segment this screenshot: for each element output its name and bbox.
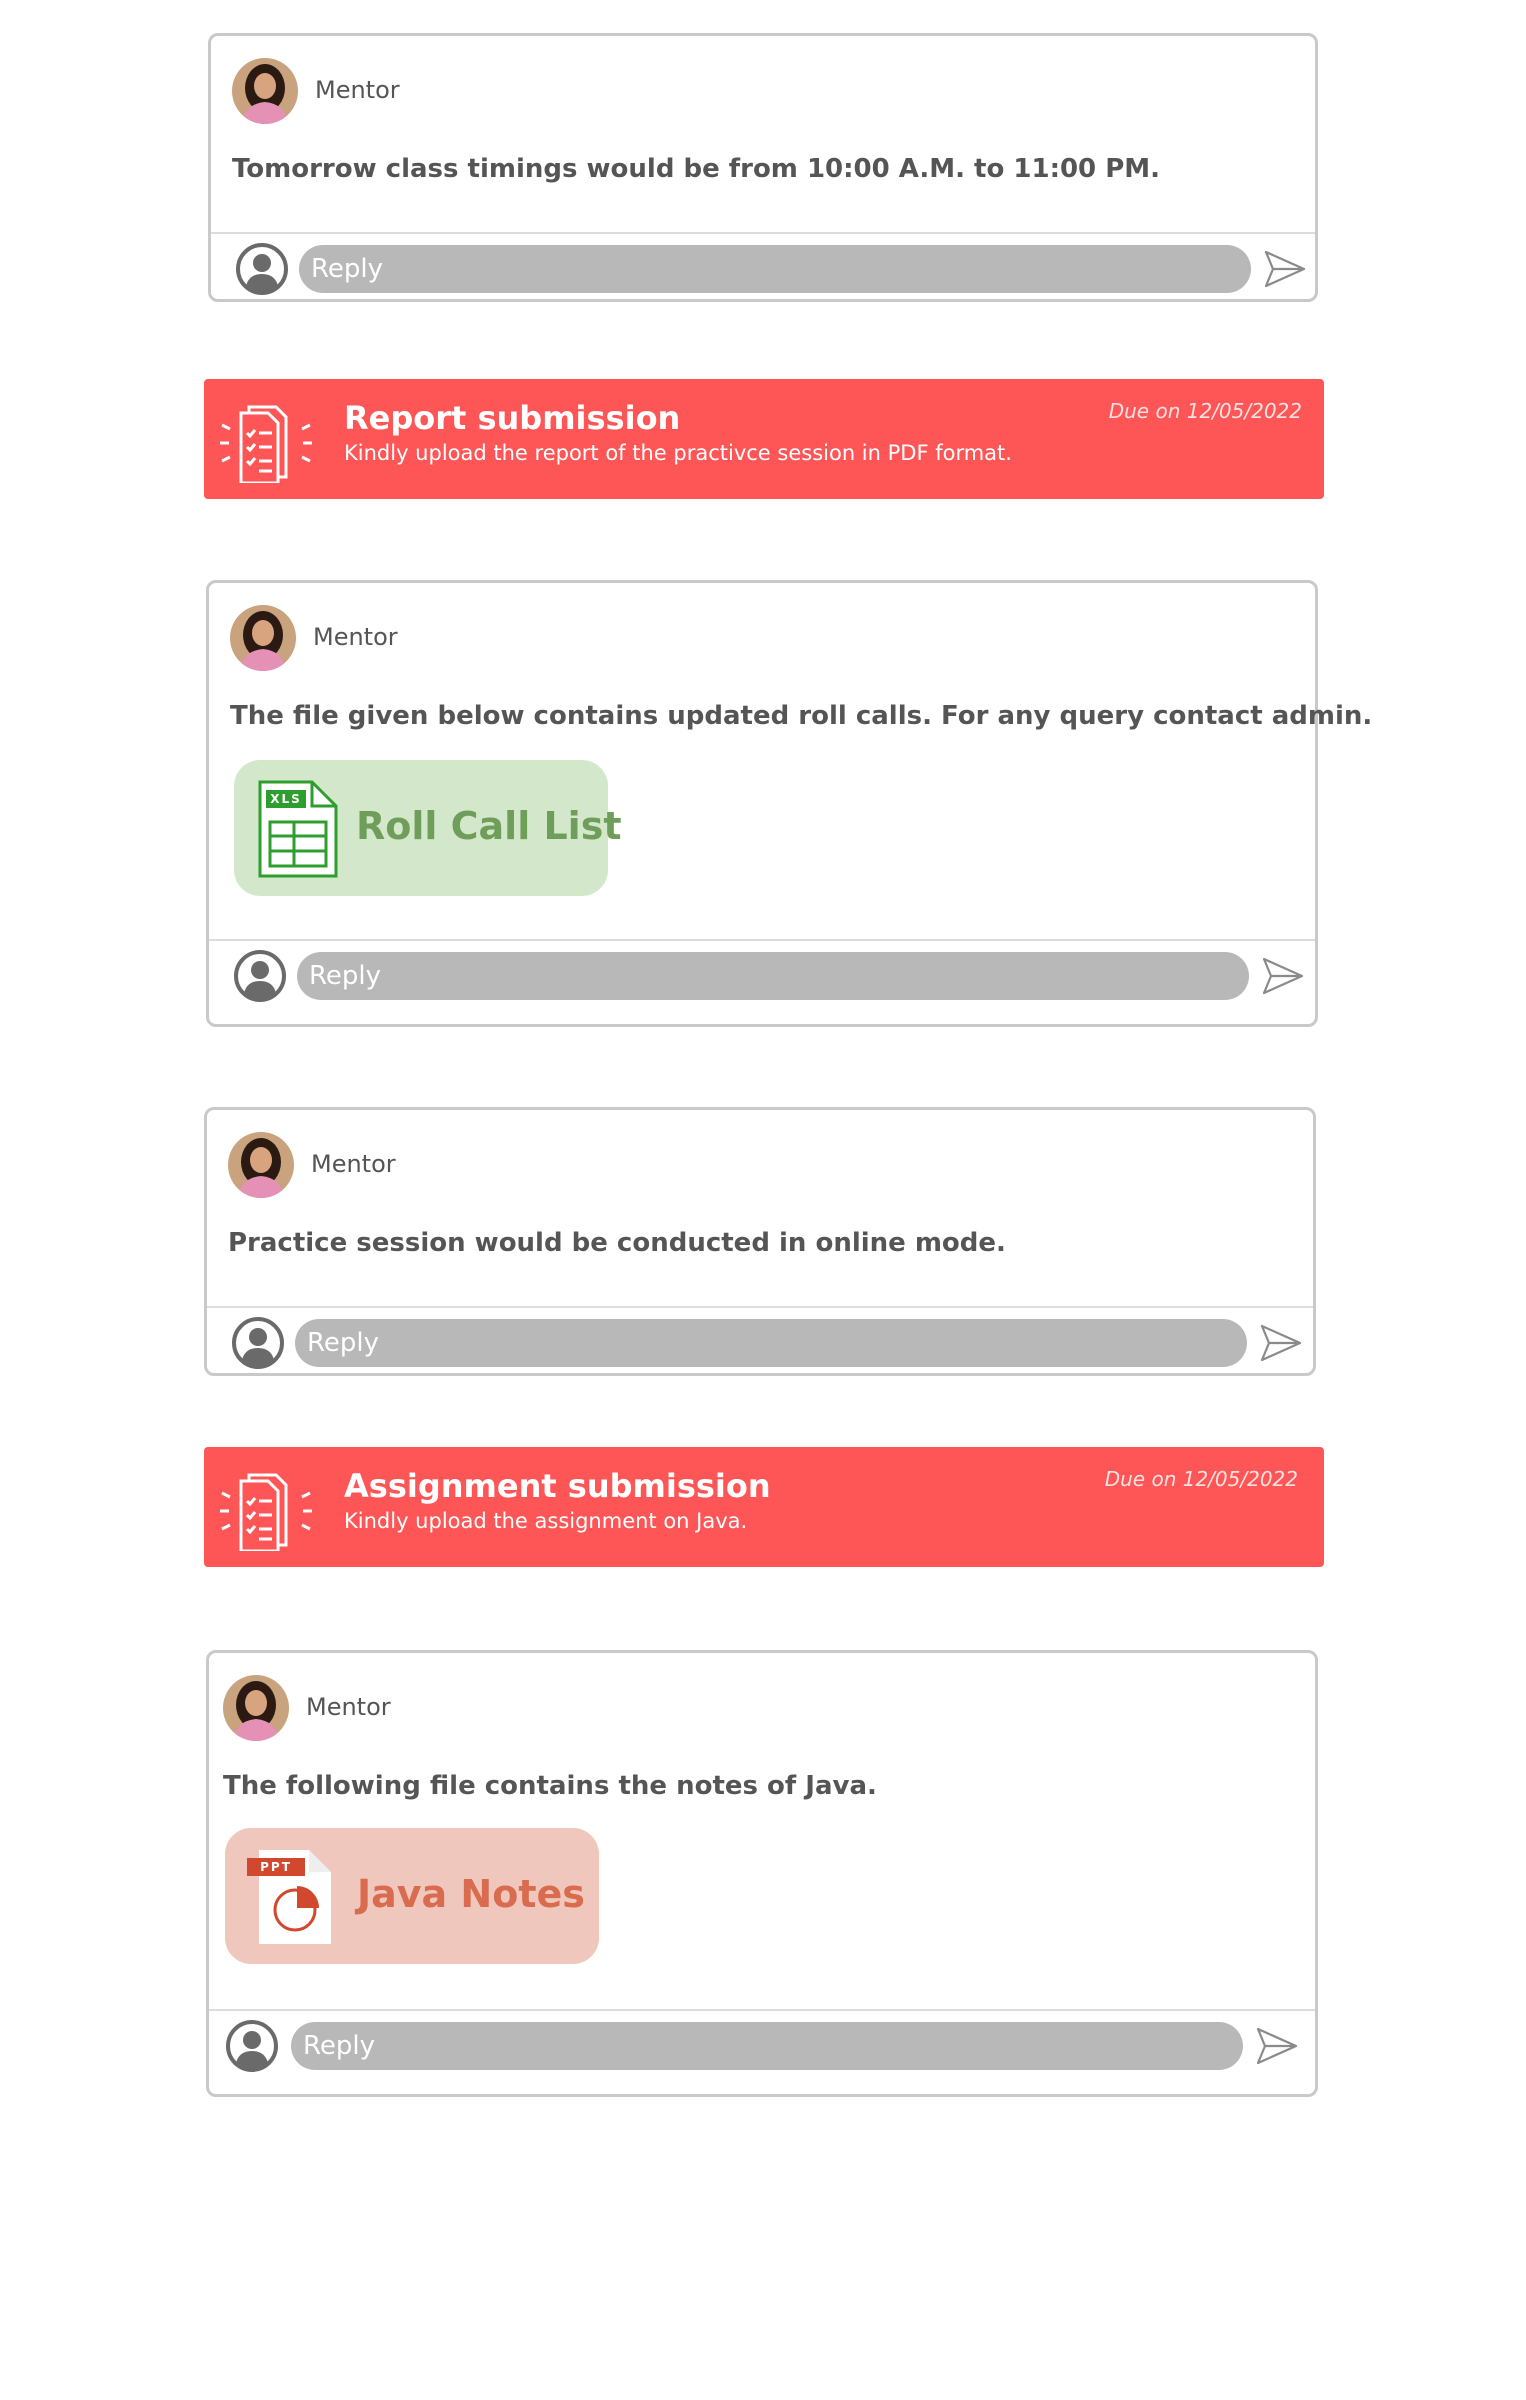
post-author: Mentor — [315, 76, 400, 104]
post-message: The following file contains the notes of… — [223, 1771, 877, 1801]
user-icon — [225, 2019, 279, 2073]
user-icon — [233, 949, 287, 1003]
divider — [211, 232, 1315, 234]
task-due-date: Due on 12/05/2022 — [1108, 399, 1302, 423]
reply-input[interactable]: Reply — [295, 1319, 1247, 1367]
send-icon[interactable] — [1255, 2026, 1299, 2066]
send-icon[interactable] — [1259, 1323, 1303, 1363]
file-type-badge: XLS — [270, 792, 302, 806]
task-description: Kindly upload the assignment on Java. — [344, 1509, 748, 1533]
file-type-badge: PPT — [260, 1860, 292, 1874]
send-icon[interactable] — [1261, 956, 1305, 996]
post-author: Mentor — [306, 1693, 391, 1721]
mentor-avatar — [232, 58, 298, 124]
attachment-label: Roll Call List — [356, 804, 622, 848]
reply-input[interactable]: Reply — [297, 952, 1249, 1000]
mentor-avatar — [228, 1132, 294, 1198]
post-card: Mentor Tomorrow class timings would be f… — [208, 33, 1318, 302]
mentor-avatar — [230, 605, 296, 671]
attachment-label: Java Notes — [357, 1872, 585, 1916]
send-icon[interactable] — [1263, 249, 1307, 289]
checklist-icon — [216, 1471, 316, 1553]
post-message: The file given below contains updated ro… — [230, 701, 1373, 731]
task-due-date: Due on 12/05/2022 — [1104, 1467, 1298, 1491]
post-card: Mentor Practice session would be conduct… — [204, 1107, 1316, 1376]
divider — [209, 2009, 1315, 2011]
user-icon — [235, 242, 289, 296]
ppt-file-icon: PPT — [247, 1846, 337, 1948]
reply-input[interactable]: Reply — [291, 2022, 1243, 2070]
user-icon — [231, 1316, 285, 1370]
mentor-avatar — [223, 1675, 289, 1741]
attachment-java-notes[interactable]: PPT Java Notes — [225, 1828, 599, 1964]
task-banner[interactable]: Assignment submission Kindly upload the … — [204, 1447, 1324, 1567]
reply-input[interactable]: Reply — [299, 245, 1251, 293]
post-author: Mentor — [313, 623, 398, 651]
divider — [207, 1306, 1313, 1308]
task-title: Report submission — [344, 399, 681, 437]
divider — [209, 939, 1315, 941]
task-banner[interactable]: Report submission Kindly upload the repo… — [204, 379, 1324, 499]
post-card: Mentor The file given below contains upd… — [206, 580, 1372, 1027]
post-message: Tomorrow class timings would be from 10:… — [232, 154, 1161, 184]
task-description: Kindly upload the report of the practivc… — [344, 441, 1012, 465]
checklist-icon — [216, 403, 316, 485]
xls-file-icon: XLS — [256, 778, 340, 880]
post-card: Mentor The following file contains the n… — [206, 1650, 1318, 2097]
task-title: Assignment submission — [344, 1467, 771, 1505]
post-author: Mentor — [311, 1150, 396, 1178]
post-message: Practice session would be conducted in o… — [228, 1228, 1006, 1258]
attachment-roll-call-list[interactable]: XLS Roll Call List — [234, 760, 621, 896]
